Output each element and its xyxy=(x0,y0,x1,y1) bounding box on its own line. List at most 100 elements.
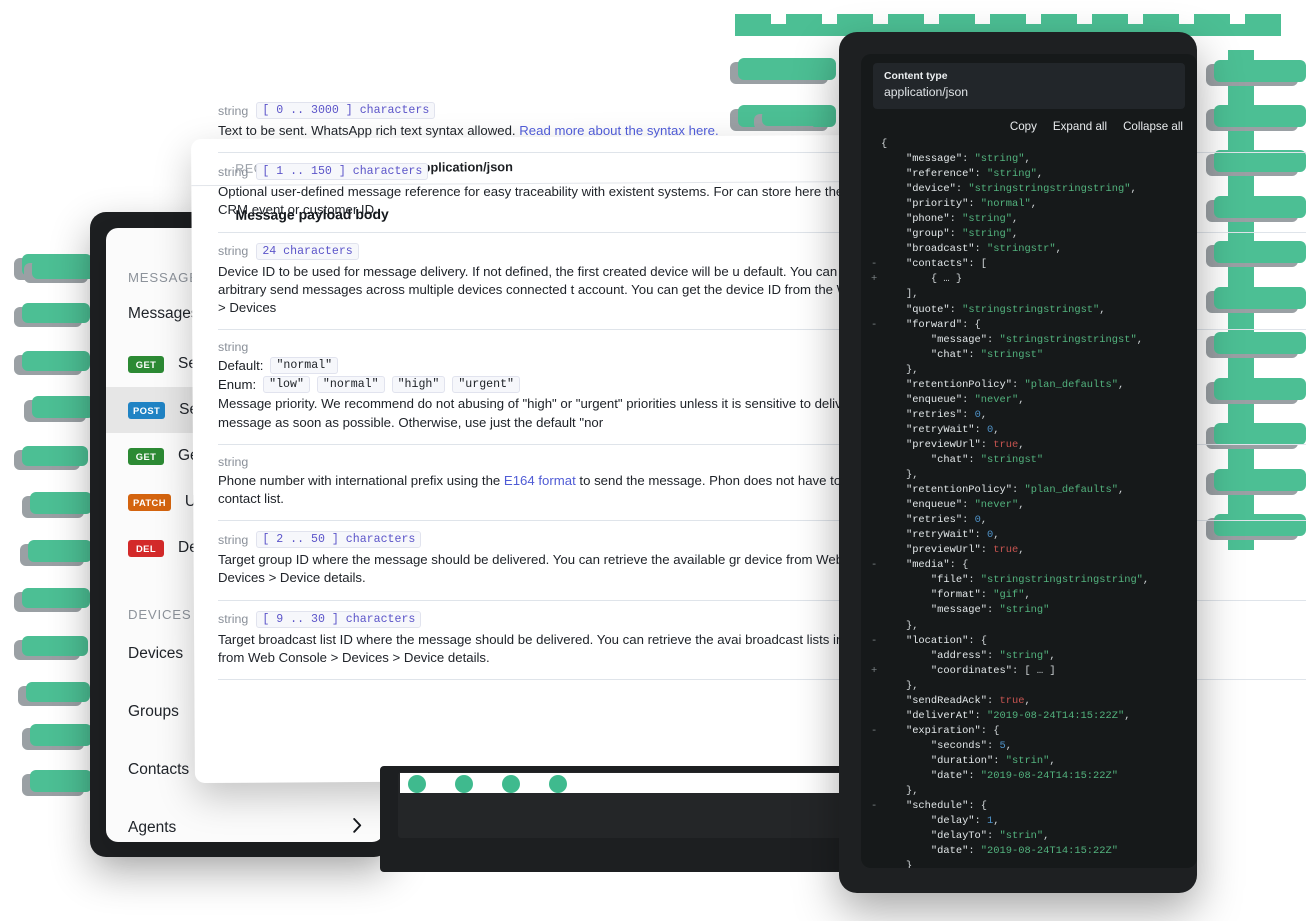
json-token: "retentionPolicy" xyxy=(905,378,1012,391)
json-token: , xyxy=(1036,168,1044,181)
json-toggle-spacer xyxy=(871,423,881,438)
json-code-line: "message": "string" xyxy=(871,603,1197,618)
json-token: , xyxy=(980,514,988,527)
json-token: : xyxy=(962,393,975,406)
json-token: true xyxy=(993,438,1019,451)
json-code-line: "address": "string", xyxy=(871,649,1197,664)
json-code-line: "retentionPolicy": "plan_defaults", xyxy=(871,378,1197,393)
enum-value: "high" xyxy=(391,376,446,394)
json-token: , xyxy=(1018,393,1025,406)
json-token: : xyxy=(974,815,988,828)
json-token: "strin" xyxy=(1005,754,1050,767)
json-token: , xyxy=(1018,438,1025,451)
json-token: , xyxy=(1049,649,1056,662)
json-token: : xyxy=(987,649,1000,662)
json-token: : xyxy=(968,845,981,858)
json-code-line: "quote": "stringstringstringst", xyxy=(871,303,1197,318)
json-toggle-spacer xyxy=(871,408,881,423)
json-token: : xyxy=(949,228,963,241)
screenshot-canvas: MESSAGES (OUTBOUND) Messages GET Search … xyxy=(0,0,1306,921)
chevron-right-icon xyxy=(353,818,362,838)
schema-field-type: string xyxy=(218,244,249,259)
json-token: "file" xyxy=(930,574,969,587)
sidebar-item-agents[interactable]: Agents xyxy=(106,797,384,842)
schema-field-description: Device ID to be used for message deliver… xyxy=(218,263,916,316)
json-token: "2019-08-24T14:15:22Z" xyxy=(987,709,1125,722)
json-toggle-icon[interactable]: - xyxy=(871,634,881,649)
json-code-line: } xyxy=(871,859,1197,868)
accent-dot xyxy=(502,775,520,793)
json-code-line: "sendReadAck": true, xyxy=(871,694,1197,709)
json-token: "stringst" xyxy=(980,453,1044,466)
json-token: "address" xyxy=(930,649,988,662)
accent-bar-left xyxy=(22,446,88,466)
json-token: : xyxy=(962,499,975,512)
accent-bar-left xyxy=(22,588,90,608)
json-toggle-icon[interactable]: + xyxy=(871,272,881,287)
json-token: "string" xyxy=(999,649,1050,662)
json-toggle-icon[interactable]: - xyxy=(871,799,881,814)
json-toggle-spacer xyxy=(871,709,881,724)
json-token: "strin" xyxy=(999,830,1044,843)
json-code-line: - "expiration": { xyxy=(871,724,1197,739)
json-token: , xyxy=(1024,694,1031,707)
json-token: , xyxy=(1018,544,1025,557)
json-token: ], xyxy=(905,288,919,301)
sidebar-item-label: Contacts xyxy=(128,761,190,778)
schema-field-type: string xyxy=(218,164,249,179)
inline-link[interactable]: E164 format xyxy=(504,473,576,488)
json-token: "string" xyxy=(974,153,1025,166)
json-token: "stringstr" xyxy=(987,243,1056,256)
json-code-line: "message": "stringstringstringst", xyxy=(871,333,1197,348)
accent-bar-left xyxy=(26,682,90,702)
json-code-line: "format": "gif", xyxy=(871,588,1197,603)
copy-button[interactable]: Copy xyxy=(1010,120,1037,133)
json-token: "expiration" xyxy=(905,724,981,737)
json-token: "retries" xyxy=(905,408,963,421)
json-toggle-icon[interactable]: - xyxy=(871,318,881,333)
json-token: : xyxy=(974,529,988,542)
json-token: , xyxy=(980,408,988,421)
json-toggle-spacer xyxy=(871,694,881,709)
json-token: : xyxy=(993,754,1006,767)
expand-all-button[interactable]: Expand all xyxy=(1053,120,1107,133)
json-token: : { xyxy=(968,800,988,813)
json-toggle-icon[interactable]: + xyxy=(871,664,881,679)
json-token: , xyxy=(1099,303,1106,316)
json-code-line: }, xyxy=(871,679,1197,694)
json-token: : xyxy=(987,739,1000,752)
json-token: , xyxy=(1024,153,1031,166)
json-toggle-spacer xyxy=(871,649,881,664)
json-toggle-icon[interactable]: - xyxy=(871,558,881,573)
json-token: "previewUrl" xyxy=(905,544,981,557)
sidebar-item-label: Devices xyxy=(128,645,184,662)
schema-field-description: Target broadcast list ID where the messa… xyxy=(218,631,915,665)
json-token: { xyxy=(881,138,888,150)
json-token: "sendReadAck" xyxy=(905,694,988,707)
enum-value: "low" xyxy=(263,376,310,394)
json-toggle-spacer xyxy=(871,483,881,498)
json-toggle-spacer xyxy=(871,182,881,197)
json-token: "retryWait" xyxy=(905,423,975,436)
json-code-line: "message": "string", xyxy=(871,152,1197,167)
json-token: : xyxy=(1011,484,1025,497)
collapse-all-button[interactable]: Collapse all xyxy=(1123,120,1183,133)
json-code-line: "phone": "string", xyxy=(871,212,1197,227)
json-token: : xyxy=(987,694,1000,707)
json-token: "duration" xyxy=(930,754,994,767)
json-token: true xyxy=(993,544,1019,557)
json-token: , xyxy=(1124,709,1131,722)
inline-link[interactable]: Read more about the syntax here. xyxy=(519,123,718,138)
json-token: "retentionPolicy" xyxy=(905,484,1012,497)
json-toggle-spacer xyxy=(871,513,881,528)
sidebar-item-label: Groups xyxy=(128,703,179,720)
json-token: : xyxy=(968,453,981,466)
json-toolbar: Copy Expand all Collapse all xyxy=(861,109,1197,137)
json-toggle-icon[interactable]: - xyxy=(871,257,881,272)
json-token: , xyxy=(1018,499,1025,512)
json-code-line: "retryWait": 0, xyxy=(871,423,1197,438)
schema-field-type: string xyxy=(218,612,249,627)
json-token: "message" xyxy=(930,333,988,346)
json-toggle-icon[interactable]: - xyxy=(871,724,881,739)
schema-field-constraint: 24 characters xyxy=(256,242,359,260)
